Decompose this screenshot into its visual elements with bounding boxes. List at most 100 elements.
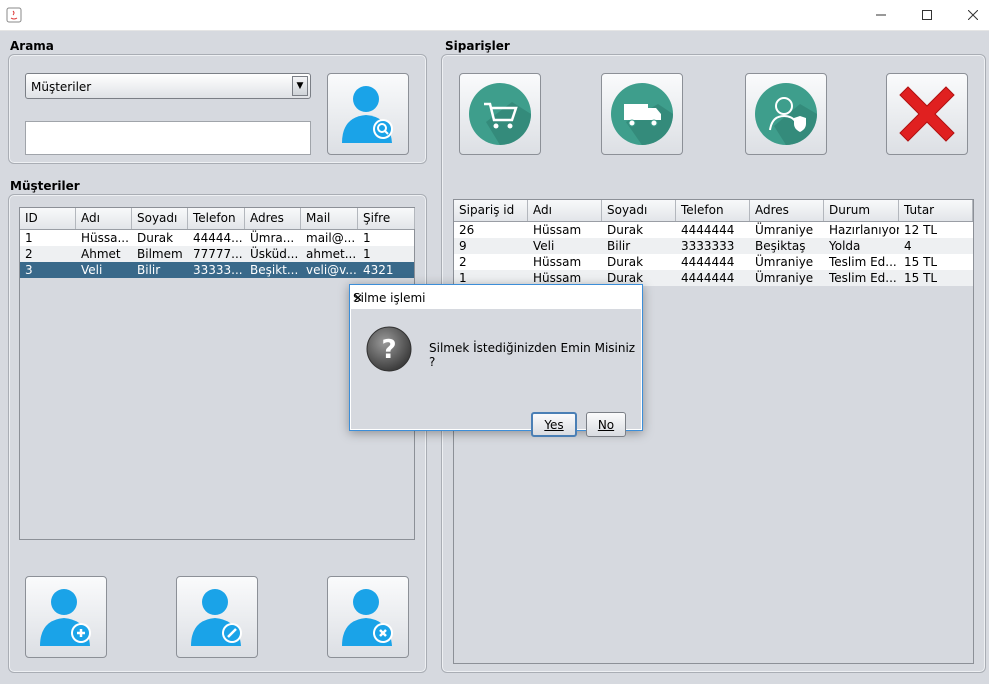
search-section-title: Arama xyxy=(10,39,54,53)
table-cell: Teslim Ed... xyxy=(829,255,897,269)
column-header[interactable]: Soyadı xyxy=(602,200,676,221)
table-cell: Beşikt... xyxy=(250,263,299,277)
table-cell: Durak xyxy=(607,255,644,269)
question-icon: ? xyxy=(366,326,412,372)
table-row[interactable]: 2 Hüssam Durak 4444444 Ümraniye Teslim Ed... 1… xyxy=(454,254,973,270)
orders-table-header: Sipariş id Adı Soyadı Telefon Adres Durum Tuta… xyxy=(454,200,973,222)
search-input[interactable] xyxy=(25,121,311,155)
table-cell: 2 xyxy=(25,247,33,261)
person-shield-icon xyxy=(755,83,817,145)
column-header[interactable]: Sipariş id xyxy=(454,200,528,221)
table-cell: Ahmet xyxy=(81,247,121,261)
add-user-button[interactable] xyxy=(25,576,107,658)
table-cell: Yolda xyxy=(829,239,861,253)
column-header[interactable]: Telefon xyxy=(676,200,750,221)
title-bar xyxy=(0,0,989,31)
table-cell: ahmet... xyxy=(306,247,357,261)
combo-value: Müşteriler xyxy=(31,80,92,94)
table-cell: Durak xyxy=(137,231,174,245)
column-header[interactable]: Soyadı xyxy=(132,208,188,229)
table-row[interactable]: 2 Ahmet Bilmem 77777... Üsküd... ahmet... 1 xyxy=(20,246,414,262)
table-cell: 4321 xyxy=(363,263,394,277)
table-row[interactable]: 26 Hüssam Durak 4444444 Ümraniye Hazırlanıyor… xyxy=(454,222,973,238)
cart-icon xyxy=(469,83,531,145)
dialog-title-bar: Silme işlemi ✕ xyxy=(350,285,642,309)
table-cell: Durak xyxy=(607,223,644,237)
table-row[interactable]: 9 Veli Bilir 3333333 Beşiktaş Yolda 4 xyxy=(454,238,973,254)
table-cell: veli@v... xyxy=(306,263,357,277)
table-cell: 1 xyxy=(363,231,371,245)
truck-icon xyxy=(611,83,673,145)
table-cell: Bilir xyxy=(137,263,161,277)
chevron-down-icon[interactable]: ▼ xyxy=(292,76,308,96)
table-cell: Hüssam xyxy=(533,255,582,269)
user-edit-icon xyxy=(191,589,242,646)
table-cell: 3333333 xyxy=(681,239,735,253)
table-cell: Veli xyxy=(533,239,555,253)
no-label: No xyxy=(597,417,615,432)
column-header[interactable]: Telefon xyxy=(188,208,245,229)
orders-section-title: Siparişler xyxy=(445,39,510,53)
delete-order-button[interactable] xyxy=(886,73,968,155)
column-header[interactable]: Durum xyxy=(824,200,899,221)
table-cell: Veli xyxy=(81,263,103,277)
table-cell: Ümraniye xyxy=(755,271,814,285)
maximize-button[interactable] xyxy=(904,0,950,30)
table-row[interactable]: 3 Veli Bilir 33333... Beşikt... veli@v... 4321 xyxy=(20,262,414,278)
table-cell: 4 xyxy=(904,239,912,253)
dialog-body: ? Silmek İstediğinizden Emin Misiniz ? Y… xyxy=(351,309,641,437)
table-cell: 12 TL xyxy=(904,223,938,237)
confirm-dialog: Silme işlemi ✕ ? Silmek İstediğinizden E… xyxy=(349,284,643,437)
column-header[interactable]: Tutar xyxy=(899,200,973,221)
user-search-icon xyxy=(342,86,393,143)
java-icon xyxy=(6,7,22,23)
table-cell: 4444444 xyxy=(681,223,735,237)
no-button[interactable]: No xyxy=(586,412,626,437)
table-cell: 15 TL xyxy=(904,271,938,285)
table-cell: Hazırlanıyor xyxy=(829,223,899,237)
dialog-message: Silmek İstediğinizden Emin Misiniz ? xyxy=(429,341,636,369)
dialog-close-icon[interactable]: ✕ xyxy=(353,291,634,305)
yes-button[interactable]: Yes xyxy=(531,412,577,437)
cart-button[interactable] xyxy=(459,73,541,155)
customers-section-title: Müşteriler xyxy=(10,179,80,193)
table-cell: Beşiktaş xyxy=(755,239,806,253)
table-cell: Bilmem xyxy=(137,247,183,261)
table-cell: 1 xyxy=(363,247,371,261)
search-type-combo[interactable]: Müşteriler ▼ xyxy=(25,73,311,99)
table-cell: Ümra... xyxy=(250,231,295,245)
table-cell: 3 xyxy=(25,263,33,277)
user-add-icon xyxy=(40,589,91,646)
svg-text:?: ? xyxy=(381,335,396,365)
column-header[interactable]: Şifre xyxy=(358,208,415,229)
table-cell: 4444444 xyxy=(681,255,735,269)
red-x-icon xyxy=(899,86,955,142)
delete-user-button[interactable] xyxy=(327,576,409,658)
table-cell: 77777... xyxy=(193,247,243,261)
column-header[interactable]: ID xyxy=(20,208,76,229)
table-cell: Hüssa... xyxy=(81,231,129,245)
table-cell: 44444... xyxy=(193,231,243,245)
column-header[interactable]: Adres xyxy=(245,208,301,229)
column-header[interactable]: Adı xyxy=(528,200,602,221)
column-header[interactable]: Adres xyxy=(750,200,824,221)
table-cell: 2 xyxy=(459,255,467,269)
table-cell: 26 xyxy=(459,223,475,237)
close-button[interactable] xyxy=(950,0,989,30)
courier-button[interactable] xyxy=(745,73,827,155)
customers-table-header: ID Adı Soyadı Telefon Adres Mail Şifre xyxy=(20,208,415,230)
table-row[interactable]: 1 Hüssa... Durak 44444... Ümra... mail@... 1 xyxy=(20,230,414,246)
table-cell: 9 xyxy=(459,239,467,253)
table-cell: 4444444 xyxy=(681,271,735,285)
edit-user-button[interactable] xyxy=(176,576,258,658)
column-header[interactable]: Mail xyxy=(301,208,358,229)
table-cell: mail@... xyxy=(306,231,356,245)
column-header[interactable]: Adı xyxy=(76,208,132,229)
table-cell: 1 xyxy=(25,231,33,245)
table-cell: 15 TL xyxy=(904,255,938,269)
minimize-button[interactable] xyxy=(858,0,904,30)
delivery-button[interactable] xyxy=(601,73,683,155)
search-user-button[interactable] xyxy=(327,73,409,155)
table-cell: Teslim Ed... xyxy=(829,271,897,285)
table-cell: 33333... xyxy=(193,263,243,277)
